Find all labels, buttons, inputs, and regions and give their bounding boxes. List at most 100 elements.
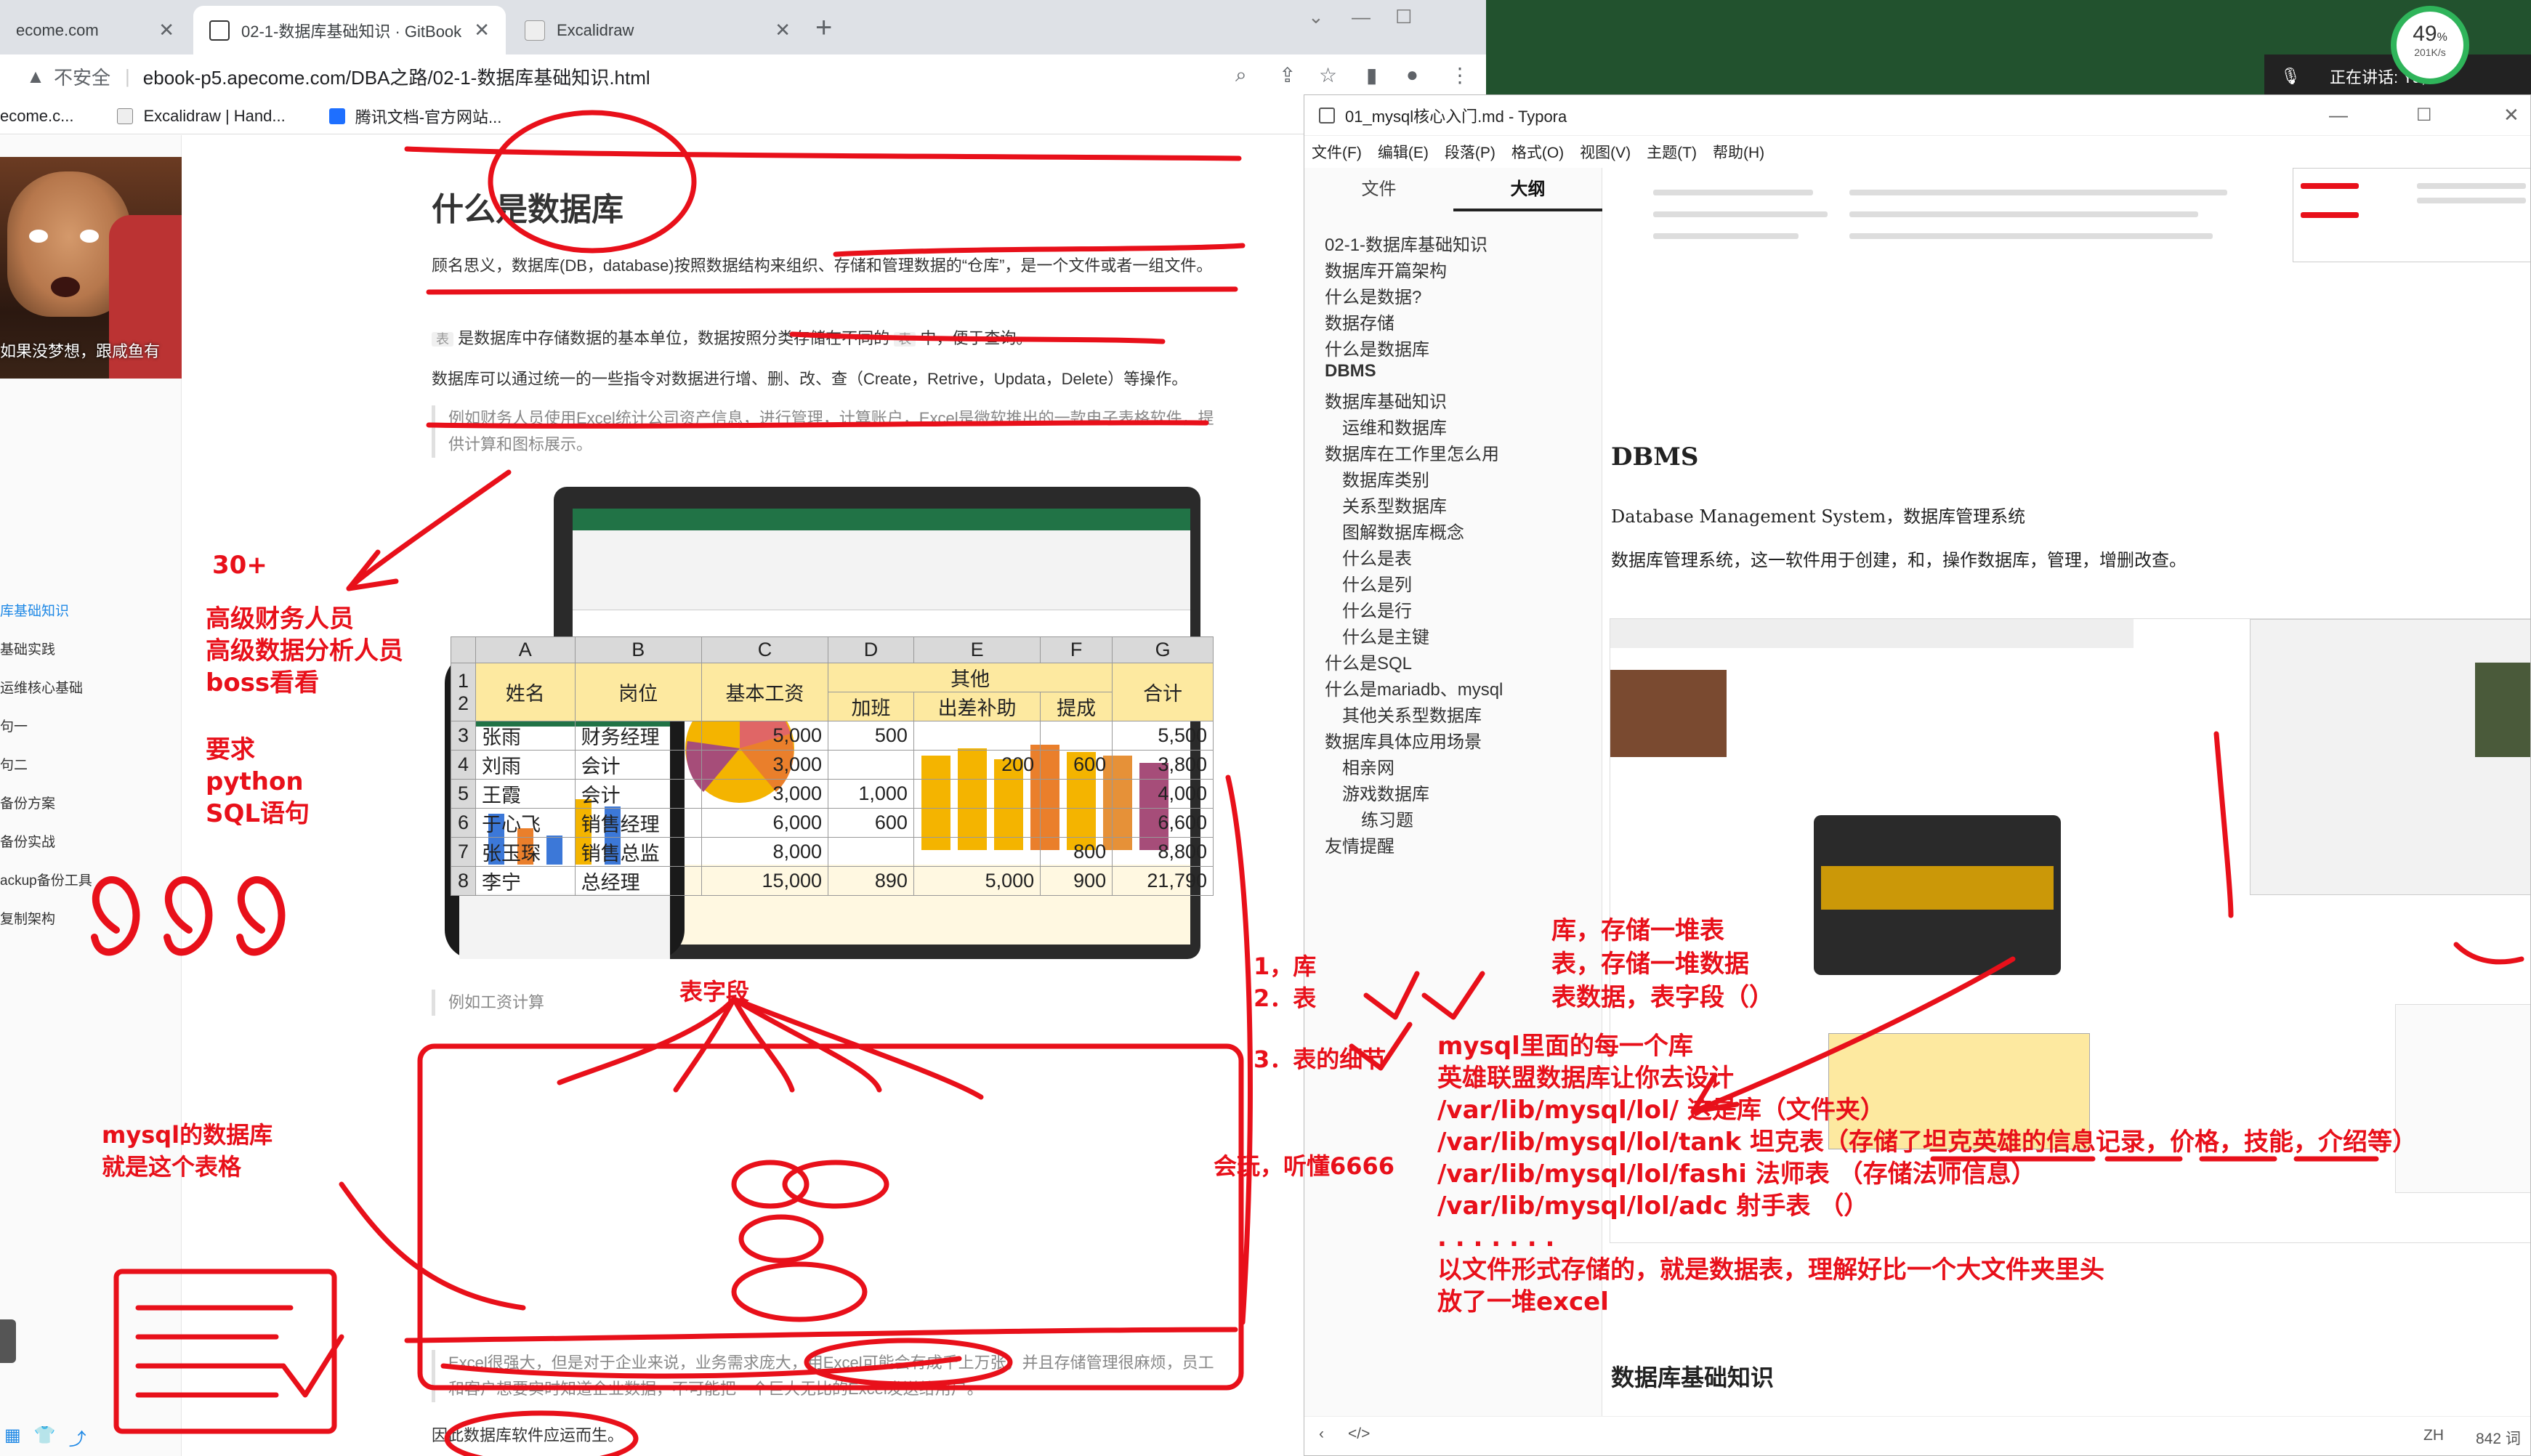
- annotation-line: mysql里面的每一个库: [1437, 1032, 1693, 1061]
- outline-item[interactable]: 什么是行: [1342, 596, 1412, 622]
- menu-view[interactable]: 视图(V): [1580, 141, 1631, 163]
- outline-item[interactable]: 图解数据库概念: [1342, 518, 1464, 543]
- close-icon[interactable]: ✕: [474, 19, 490, 41]
- chevron-left-icon[interactable]: ‹: [1319, 1425, 1324, 1443]
- tab-outline[interactable]: 大纲: [1453, 168, 1602, 211]
- outline-item[interactable]: 数据库在工作里怎么用: [1325, 440, 1499, 465]
- sidebar-item[interactable]: 备份方案: [0, 793, 55, 812]
- share-icon[interactable]: ⇪: [1279, 63, 1296, 87]
- corner-cell: [451, 636, 476, 663]
- cell-name: 李宁: [475, 866, 576, 896]
- annotation-30plus: 30+: [212, 551, 267, 580]
- tab-excalidraw[interactable]: Excalidraw ✕: [509, 6, 807, 54]
- tab-files[interactable]: 文件: [1304, 168, 1453, 211]
- cell-job: 会计: [574, 779, 702, 809]
- sidebar-item[interactable]: 备份实战: [0, 831, 55, 851]
- insecure-label: 不安全: [54, 66, 111, 89]
- menu-kebab-icon[interactable]: ⋮: [1450, 63, 1470, 87]
- outline-item[interactable]: 其他关系型数据库: [1342, 701, 1482, 727]
- cell-overtime: 890: [828, 866, 914, 896]
- outline-item[interactable]: 游戏数据库: [1342, 780, 1429, 805]
- outline-item[interactable]: 什么是数据?: [1325, 283, 1421, 308]
- close-icon[interactable]: ✕: [775, 19, 791, 41]
- bookmark-item[interactable]: 腾讯文档-官方网站...: [328, 105, 501, 128]
- header-cell: 加班: [828, 692, 914, 721]
- thumb-video: [1610, 670, 1727, 757]
- outline-item[interactable]: 友情提醒: [1325, 832, 1394, 857]
- microphone-icon[interactable]: 🎙: [2280, 67, 2301, 86]
- bookmark-item[interactable]: Excalidraw | Hand...: [117, 107, 286, 126]
- menu-edit[interactable]: 编辑(E): [1378, 141, 1429, 163]
- sidebar-item[interactable]: 基础实践: [0, 639, 55, 658]
- menu-theme[interactable]: 主题(T): [1647, 141, 1697, 163]
- sidepanel-icon[interactable]: ▮: [1366, 63, 1377, 87]
- bookmark-item[interactable]: ecome.c...: [0, 107, 73, 126]
- outline-item[interactable]: 运维和数据库: [1342, 413, 1447, 439]
- text-line: [1849, 211, 2198, 217]
- cell-name: 于心飞: [475, 808, 576, 838]
- outline-item[interactable]: 数据库基础知识: [1325, 387, 1447, 413]
- zoom-icon[interactable]: ⌕: [1235, 63, 1247, 87]
- omnibox[interactable]: ▲ 不安全 | ebook-p5.apecome.com/DBA之路/02-1-…: [7, 59, 1432, 94]
- menu-help[interactable]: 帮助(H): [1713, 141, 1764, 163]
- paragraph-2: 表 是数据库中存储数据的基本单位，数据按照分类存储在不同的 表 中，便于查询。: [432, 325, 1216, 352]
- tshirt-icon[interactable]: 👕: [34, 1425, 56, 1450]
- outline-item[interactable]: 数据库类别: [1342, 466, 1429, 491]
- language-indicator[interactable]: ZH: [2423, 1427, 2444, 1444]
- outline-item[interactable]: 相亲网: [1342, 753, 1394, 779]
- outline-item[interactable]: 02-1-数据库基础知识: [1325, 230, 1487, 256]
- minimize-icon[interactable]: —: [2329, 104, 2348, 126]
- warning-icon[interactable]: ▲: [25, 65, 47, 88]
- url-text[interactable]: ebook-p5.apecome.com/DBA之路/02-1-数据库基础知识.…: [143, 63, 650, 90]
- grid-icon[interactable]: ▦: [4, 1425, 21, 1450]
- bookmark-star-icon[interactable]: ☆: [1319, 63, 1337, 87]
- tab-label: ecome.com: [16, 20, 99, 39]
- sidebar-item[interactable]: 库基础知识: [0, 600, 69, 620]
- outline-item[interactable]: 什么是SQL: [1325, 649, 1412, 674]
- outline-item[interactable]: 什么是mariadb、mysql: [1325, 675, 1503, 700]
- tab-label: Excalidraw: [557, 20, 634, 39]
- menu-paragraph[interactable]: 段落(P): [1445, 141, 1495, 163]
- outline-item[interactable]: 数据库具体应用场景: [1325, 727, 1482, 753]
- table-row: 6 于心飞 销售经理 6,000 600 6,600: [451, 808, 1214, 838]
- minimize-icon[interactable]: —: [1352, 6, 1371, 28]
- close-icon[interactable]: ✕: [2503, 104, 2519, 126]
- sidebar-item[interactable]: 运维核心基础: [0, 677, 83, 697]
- outline-item[interactable]: 什么是主键: [1342, 623, 1429, 648]
- maximize-icon[interactable]: ☐: [2416, 105, 2432, 126]
- sidebar-toolbar: ▦ 👕 ⤴: [0, 1425, 86, 1450]
- share-icon[interactable]: ⤴: [69, 1425, 86, 1450]
- bookmark-label: ecome.c...: [0, 106, 74, 125]
- sidebar-item[interactable]: 复制架构: [0, 908, 55, 928]
- sidebar-item[interactable]: ackup备份工具: [0, 870, 92, 889]
- chevron-down-icon[interactable]: ⌄: [1308, 6, 1324, 28]
- menu-file[interactable]: 文件(F): [1312, 141, 1362, 163]
- cell-travel: [913, 721, 1041, 751]
- close-icon[interactable]: ✕: [158, 19, 174, 41]
- maximize-icon[interactable]: ☐: [1395, 6, 1412, 28]
- annotation-line: 表数据，表字段（）: [1551, 983, 1774, 1012]
- outline-item[interactable]: 什么是数据库: [1325, 335, 1429, 360]
- outline-item[interactable]: 练习题: [1361, 806, 1413, 831]
- outline-item[interactable]: 数据存储: [1325, 309, 1394, 334]
- outline-item[interactable]: DBMS: [1325, 361, 1376, 381]
- outline-item[interactable]: 什么是表: [1342, 544, 1412, 570]
- collapse-handle[interactable]: [0, 1319, 16, 1363]
- chrome-window: ecome.com ✕ 02-1-数据库基础知识 · GitBook ✕ Exc…: [0, 0, 1486, 1456]
- outline-item[interactable]: 关系型数据库: [1342, 492, 1447, 517]
- sidebar-item[interactable]: 句二: [0, 754, 28, 774]
- outline-item[interactable]: 什么是列: [1342, 570, 1412, 596]
- new-tab-button[interactable]: +: [815, 12, 832, 44]
- embedded-image: [2293, 168, 2530, 262]
- network-speed-widget[interactable]: 49% 201K/s: [2391, 6, 2469, 84]
- blockquote-salary: 例如工资计算: [432, 990, 1216, 1016]
- sidebar-item[interactable]: 句一: [0, 716, 28, 735]
- outline-item[interactable]: 数据库开篇架构: [1325, 256, 1447, 282]
- menu-format[interactable]: 格式(O): [1511, 141, 1564, 163]
- header-cell: 出差补助: [913, 692, 1041, 721]
- tab-strip: ecome.com ✕ 02-1-数据库基础知识 · GitBook ✕ Exc…: [0, 0, 1486, 54]
- source-code-icon[interactable]: </>: [1348, 1425, 1370, 1443]
- tab-ecome[interactable]: ecome.com ✕: [0, 6, 190, 54]
- tab-gitbook[interactable]: 02-1-数据库基础知识 · GitBook ✕: [193, 6, 506, 54]
- profile-icon[interactable]: ●: [1406, 63, 1418, 86]
